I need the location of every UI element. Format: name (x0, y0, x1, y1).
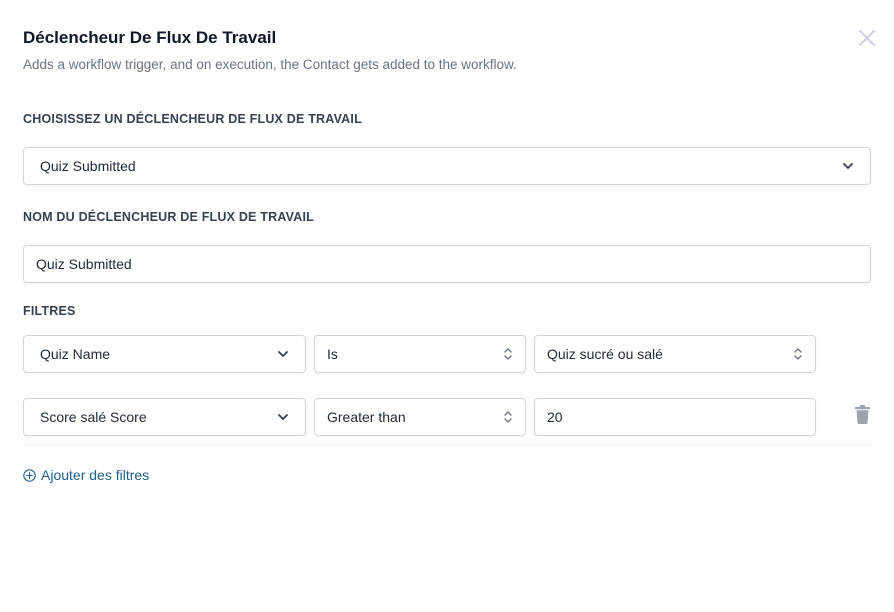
trash-icon[interactable] (854, 405, 871, 424)
name-section-label: NOM DU DÉCLENCHEUR DE FLUX DE TRAVAIL (23, 210, 314, 224)
filter-value-input[interactable]: 20 (534, 398, 816, 436)
filter-field-select[interactable]: Quiz Name (23, 335, 306, 373)
filter-value-text: Quiz sucré ou salé (547, 346, 663, 362)
trigger-select-value: Quiz Submitted (40, 158, 136, 174)
chevron-down-icon (278, 414, 288, 420)
trigger-name-input[interactable]: Quiz Submitted (23, 245, 871, 283)
filter-field-value: Score salé Score (40, 409, 147, 425)
filters-label: FILTRES (23, 304, 76, 318)
trigger-name-value: Quiz Submitted (36, 256, 132, 272)
up-down-chevron-icon (504, 411, 512, 423)
trigger-select[interactable]: Quiz Submitted (23, 147, 871, 185)
filter-operator-select[interactable]: Greater than (314, 398, 526, 436)
filter-field-select[interactable]: Score salé Score (23, 398, 306, 436)
up-down-chevron-icon (794, 348, 802, 360)
page-subtitle: Adds a workflow trigger, and on executio… (23, 57, 517, 72)
filter-operator-value: Greater than (327, 409, 406, 425)
page-title: Déclencheur De Flux De Travail (23, 28, 277, 47)
filter-value-select[interactable]: Quiz sucré ou salé (534, 335, 816, 373)
filter-field-value: Quiz Name (40, 346, 111, 362)
trigger-section-label: CHOISISSEZ UN DÉCLENCHEUR DE FLUX DE TRA… (23, 112, 362, 126)
chevron-down-icon (278, 351, 288, 357)
filter-operator-select[interactable]: Is (314, 335, 526, 373)
add-filters-label: Ajouter des filtres (41, 467, 150, 483)
plus-circle-icon (23, 468, 36, 482)
close-icon[interactable] (858, 29, 876, 47)
filter-value-text: 20 (547, 409, 563, 425)
up-down-chevron-icon (504, 348, 512, 360)
filter-operator-value: Is (327, 346, 338, 362)
chevron-down-icon (843, 163, 853, 169)
add-filters-button[interactable]: Ajouter des filtres (23, 467, 149, 483)
